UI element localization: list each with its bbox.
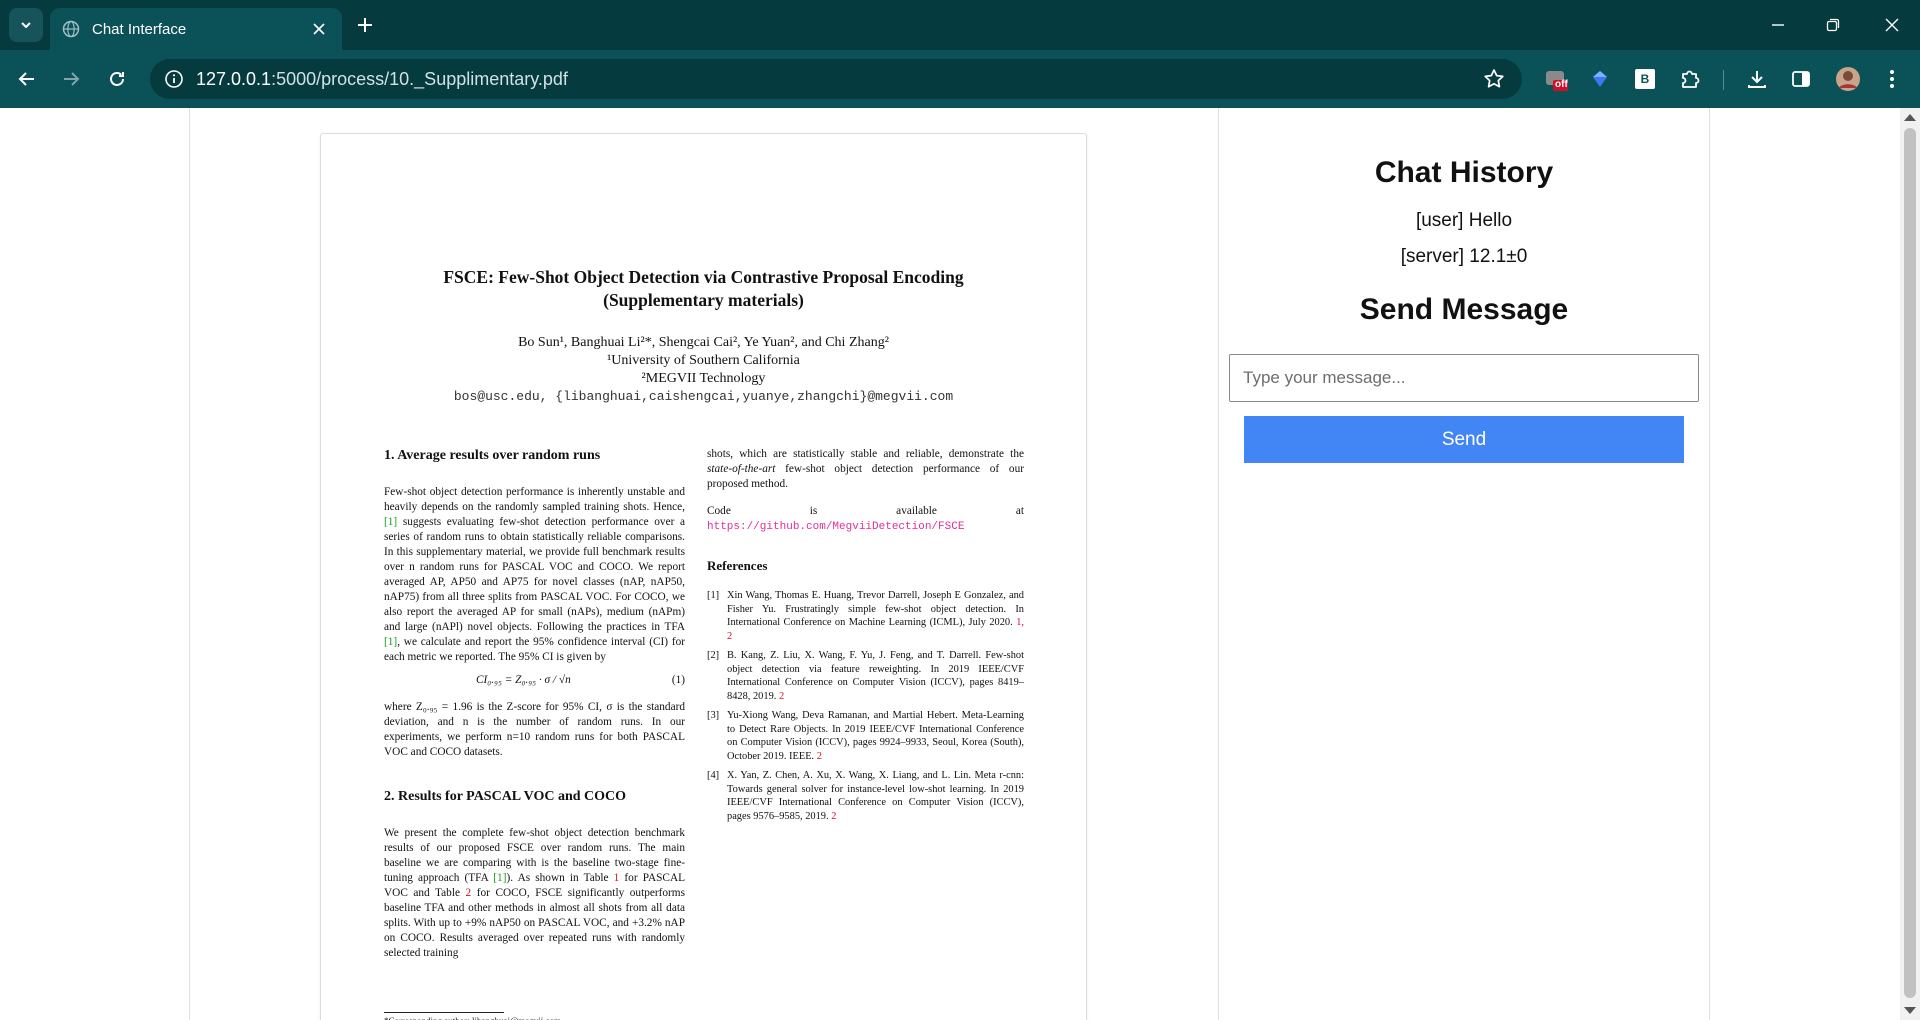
container-right-border — [1709, 108, 1710, 1020]
close-window-button[interactable] — [1868, 0, 1916, 50]
reference-item: [4] X. Yan, Z. Chen, A. Xu, X. Wang, X. L… — [707, 770, 1024, 822]
scroll-down-arrow-icon[interactable] — [1904, 1007, 1916, 1014]
chat-panel: Chat History [user] Hello [server] 12.1±… — [1219, 108, 1709, 1020]
code-availability: Code is available at https://github.com/… — [707, 505, 1024, 533]
restore-button[interactable] — [1809, 0, 1857, 50]
close-icon — [1885, 18, 1899, 32]
paper-right-column: shots, which are statistically stable an… — [707, 447, 1024, 829]
tab-strip: Chat Interface — [0, 0, 1920, 50]
chevron-down-icon — [21, 22, 31, 29]
footnote: *Corresponding author: libanghuai@megvii… — [384, 1012, 561, 1020]
section-heading: 2. Results for PASCAL VOC and COCO — [384, 789, 627, 804]
page-viewport: FSCE: Few-Shot Object Detection via Cont… — [0, 108, 1900, 1020]
url-text[interactable]: 127.0.0.1:5000/process/10._Supplimentary… — [196, 69, 568, 90]
extension-badge: off — [1555, 79, 1568, 90]
pdf-page[interactable]: FSCE: Few-Shot Object Detection via Cont… — [320, 133, 1087, 1020]
paper-left-column: 1. Average results over random runs Few-… — [384, 447, 685, 969]
section-heading: 1. Average results over random runs — [384, 448, 601, 463]
active-tab[interactable]: Chat Interface — [50, 8, 342, 50]
reference-item: [3] Yu-Xiong Wang, Deva Ramanan, and Mart… — [707, 710, 1024, 762]
plus-icon — [358, 18, 372, 32]
container-left-border — [189, 108, 190, 1020]
minimize-button[interactable] — [1754, 0, 1802, 50]
reference-item: [2] B. Kang, Z. Liu, X. Wang, F. Yu, J. F… — [707, 650, 1024, 702]
tab-search-button[interactable] — [9, 8, 43, 42]
paragraph: where Z₀.₉₅ = 1.96 is the Z-score for 95… — [384, 701, 685, 758]
paragraph: Few-shot object detection performance is… — [384, 486, 685, 663]
arrow-left-icon — [18, 72, 34, 86]
paragraph: shots, which are statistically stable an… — [707, 448, 1024, 490]
forward-button[interactable] — [55, 63, 87, 95]
code-link[interactable]: https://github.com/MegviiDetection/FSCE — [707, 521, 964, 533]
b-icon: B — [1635, 69, 1655, 89]
puzzle-icon — [1682, 70, 1700, 88]
minimize-icon — [1772, 24, 1784, 26]
site-info-icon[interactable] — [164, 69, 184, 89]
chat-message: [user] Hello — [1415, 210, 1513, 231]
avatar-icon — [1836, 67, 1860, 91]
restore-icon — [1826, 18, 1840, 32]
reference-list: [1] Xin Wang, Thomas E. Huang, Trevor Dar… — [707, 589, 1024, 823]
chat-history-title: Chat History — [1374, 156, 1554, 189]
arrow-right-icon — [64, 72, 80, 86]
tab-title: Chat Interface — [92, 20, 187, 38]
references-heading: References — [707, 558, 768, 573]
browser-toolbar: 127.0.0.1:5000/process/10._Supplimentary… — [0, 50, 1920, 108]
profile-avatar[interactable] — [1834, 65, 1862, 93]
extension-off-button[interactable]: off — [1542, 65, 1570, 93]
side-panel-button[interactable] — [1787, 65, 1815, 93]
close-tab-icon[interactable] — [308, 18, 330, 40]
reload-button[interactable] — [101, 63, 133, 95]
bookmark-star-icon[interactable] — [1482, 67, 1506, 91]
paragraph: We present the complete few-shot object … — [384, 827, 685, 959]
reference-item: [1] Xin Wang, Thomas E. Huang, Trevor Dar… — [707, 590, 1024, 642]
scrollbar-thumb[interactable] — [1904, 128, 1916, 998]
globe-icon — [62, 20, 80, 38]
chat-message: [server] 12.1±0 — [1400, 246, 1528, 267]
send-message-title: Send Message — [1359, 293, 1569, 326]
message-input[interactable] — [1229, 354, 1699, 402]
browser-menu-button[interactable] — [1878, 65, 1906, 93]
kebab-menu-icon — [1890, 70, 1894, 88]
toolbar-separator — [1723, 70, 1724, 90]
extension-diamond-button[interactable] — [1586, 65, 1614, 93]
page-scrollbar[interactable] — [1900, 108, 1920, 1020]
paper-authors: Bo Sun¹, Banghuai Li²*, Shengcai Cai², Y… — [453, 335, 954, 404]
extensions-button[interactable] — [1676, 65, 1704, 93]
back-button[interactable] — [11, 63, 43, 95]
send-button[interactable]: Send — [1244, 416, 1684, 463]
address-bar[interactable]: 127.0.0.1:5000/process/10._Supplimentary… — [150, 59, 1522, 99]
reload-icon — [110, 72, 124, 86]
extension-b-button[interactable]: B — [1631, 65, 1659, 93]
side-panel-icon — [1792, 71, 1810, 87]
new-tab-button[interactable] — [352, 12, 378, 38]
paper-title: FSCE: Few-Shot Object Detection via Cont… — [443, 267, 964, 310]
scroll-up-arrow-icon[interactable] — [1904, 114, 1916, 121]
diamond-icon — [1593, 71, 1607, 87]
download-icon — [1748, 71, 1766, 88]
equation: CI₀.₉₅ = Z₀.₉₅ · σ / √n (1) — [476, 674, 685, 686]
downloads-button[interactable] — [1743, 65, 1771, 93]
